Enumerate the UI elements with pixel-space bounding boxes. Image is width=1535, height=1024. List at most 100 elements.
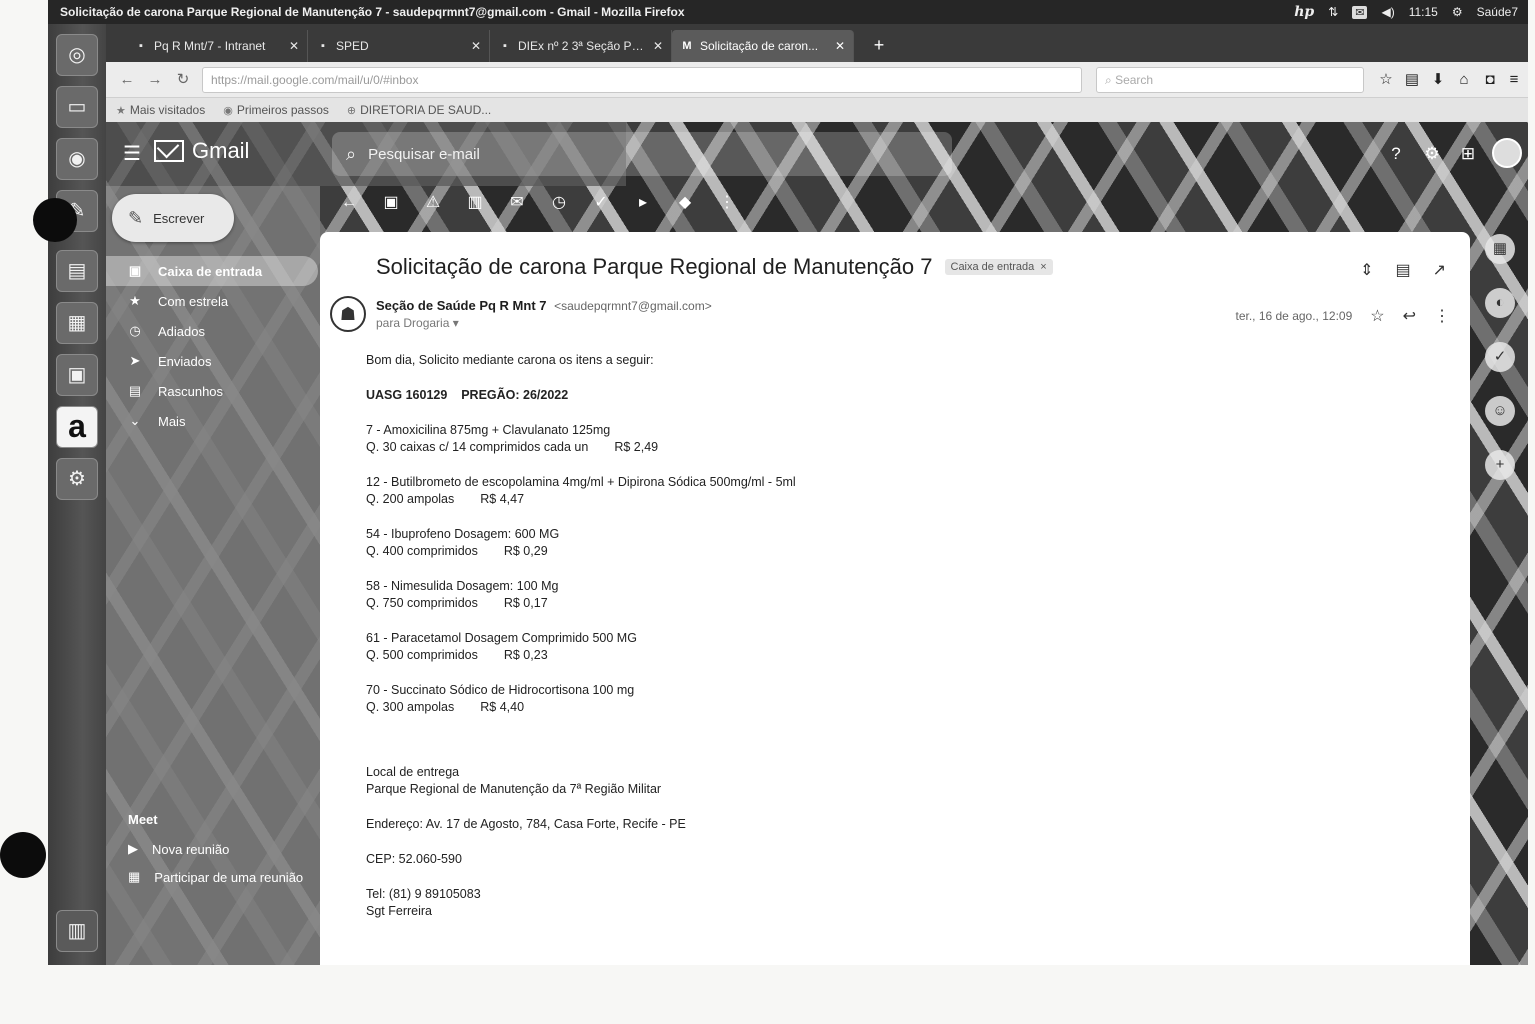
chevron-down-icon[interactable]: ▾ — [453, 316, 459, 330]
close-tab-icon[interactable]: ✕ — [653, 39, 663, 53]
add-addon-icon[interactable]: + — [1485, 450, 1515, 480]
clock[interactable]: 11:15 — [1409, 5, 1438, 19]
contacts-icon[interactable]: ☺ — [1485, 396, 1515, 426]
label-chip[interactable]: Caixa de entrada × — [944, 259, 1053, 275]
mail-indicator-icon[interactable]: ✉ — [1352, 5, 1368, 19]
reply-icon[interactable]: ↩ — [1403, 306, 1416, 326]
nav-label: Enviados — [158, 353, 212, 369]
trash-icon[interactable]: ▥ — [56, 910, 98, 952]
libreoffice-impress-icon[interactable]: ▣ — [56, 354, 98, 396]
apps-grid-icon[interactable]: ⊞ — [1454, 140, 1482, 168]
mail-search-input[interactable]: ⌕ Pesquisar e-mail — [332, 132, 952, 176]
network-icon[interactable]: ⇅ — [1328, 5, 1338, 19]
archive-icon[interactable]: ▣ — [380, 192, 402, 214]
calendar-icon[interactable]: ▦ — [1485, 234, 1515, 264]
account-avatar[interactable] — [1492, 138, 1522, 168]
mail-nav: ▣ Caixa de entrada ★ Com estrela ◷ Adiad… — [106, 256, 318, 436]
back-icon[interactable]: ← — [338, 192, 360, 214]
nav-label: Com estrela — [158, 293, 229, 309]
volume-icon[interactable]: ◀) — [1381, 5, 1394, 19]
mark-unread-icon[interactable]: ✉ — [506, 192, 528, 214]
nav-item-inbox[interactable]: ▣ Caixa de entrada — [106, 256, 318, 286]
nav-item-snoozed[interactable]: ◷ Adiados — [106, 316, 318, 346]
session-gear-icon[interactable]: ⚙ — [1452, 5, 1463, 19]
bookmark-item[interactable]: ⊕ DIRETORIA DE SAUD... — [347, 103, 491, 117]
nav-item-starred[interactable]: ★ Com estrela — [106, 286, 318, 316]
more-icon[interactable]: ⋮ — [716, 192, 738, 214]
forward-arrow-icon[interactable]: → — [144, 69, 166, 91]
item-qty: Q. 200 ampolas — [366, 492, 455, 506]
delivery-address: Endereço: Av. 17 de Agosto, 784, Casa Fo… — [366, 817, 686, 831]
message-date: ter., 16 de ago., 12:09 — [1235, 309, 1353, 323]
snooze-icon[interactable]: ◷ — [548, 192, 570, 214]
report-spam-icon[interactable]: ⚠ — [422, 192, 444, 214]
home-icon[interactable]: ⌂ — [1454, 70, 1474, 90]
search-icon[interactable]: ⌕ — [346, 144, 356, 165]
delete-icon[interactable]: ▥ — [464, 192, 486, 214]
remove-label-icon[interactable]: × — [1040, 261, 1046, 273]
more-icon[interactable]: ⋮ — [1434, 306, 1450, 326]
user-name[interactable]: Saúde7 — [1477, 5, 1518, 19]
bookmark-item[interactable]: ★ Mais visitados — [116, 103, 205, 117]
reload-icon[interactable]: ↻ — [172, 69, 194, 91]
firefox-window: ▪ Pq R Mnt/7 - Intranet ✕ ▪ SPED ✕ ▪ DIE… — [106, 24, 1528, 965]
navigation-toolbar: ← → ↻ https://mail.google.com/mail/u/0/#… — [106, 62, 1528, 98]
tasks-icon[interactable]: ✓ — [1485, 342, 1515, 372]
nav-item-sent[interactable]: ➤ Enviados — [106, 346, 318, 376]
bookmark-item[interactable]: ◉ Primeiros passos — [223, 103, 329, 117]
tab-diex[interactable]: ▪ DIEx nº 2 3ª Seção Pq... ✕ — [490, 30, 672, 62]
libreoffice-calc-icon[interactable]: ▦ — [56, 302, 98, 344]
pocket-icon[interactable]: ◘ — [1480, 70, 1500, 90]
url-bar[interactable]: https://mail.google.com/mail/u/0/#inbox — [202, 67, 1082, 93]
amazon-icon[interactable]: a — [56, 406, 98, 448]
main-menu-icon[interactable]: ☰ — [120, 142, 144, 166]
ubuntu-dash-icon[interactable]: ◎ — [56, 34, 98, 76]
open-new-window-icon[interactable]: ↗ — [1433, 260, 1446, 280]
print-icon[interactable]: ▤ — [1395, 260, 1410, 280]
email-view: Solicitação de carona Parque Regional de… — [320, 232, 1470, 965]
nav-item-drafts[interactable]: ▤ Rascunhos — [106, 376, 318, 406]
delivery-block: Local de entrega Parque Regional de Manu… — [366, 764, 1266, 798]
system-settings-icon[interactable]: ⚙ — [56, 458, 98, 500]
desktop-screen: Solicitação de carona Parque Regional de… — [48, 0, 1528, 965]
firefox-icon[interactable]: ◉ — [56, 138, 98, 180]
close-tab-icon[interactable]: ✕ — [835, 39, 845, 53]
new-tab-button[interactable]: + — [866, 32, 892, 58]
tab-sped[interactable]: ▪ SPED ✕ — [308, 30, 490, 62]
download-icon[interactable]: ⬇ — [1428, 70, 1448, 90]
list-item: 12 - Butilbrometo de escopolamina 4mg/ml… — [366, 474, 1266, 508]
sender-avatar[interactable]: ☗ — [330, 296, 366, 332]
move-to-icon[interactable]: ▸ — [632, 192, 654, 214]
tab-intranet[interactable]: ▪ Pq R Mnt/7 - Intranet ✕ — [126, 30, 308, 62]
add-task-icon[interactable]: ✓ — [590, 192, 612, 214]
menu-icon[interactable]: ≡ — [1504, 70, 1524, 90]
close-tab-icon[interactable]: ✕ — [471, 39, 481, 53]
message-toolbar: ← ▣ ⚠ ▥ ✉ ◷ ✓ ▸ ◆ ⋮ — [338, 192, 738, 214]
files-icon[interactable]: ▭ — [56, 86, 98, 128]
settings-icon[interactable]: ⚙ — [1418, 140, 1446, 168]
sender-name[interactable]: Seção de Saúde Pq R Mnt 7 — [376, 298, 547, 313]
meet-join-meeting[interactable]: ▦ Participar de uma reunião — [106, 863, 318, 891]
help-icon[interactable]: ? — [1382, 140, 1410, 168]
top-panel: Solicitação de carona Parque Regional de… — [48, 0, 1528, 24]
gmail-favicon: M — [682, 40, 692, 52]
expand-all-icon[interactable]: ⇕ — [1360, 260, 1373, 280]
library-icon[interactable]: ▤ — [1402, 70, 1422, 90]
back-arrow-icon[interactable]: ← — [116, 69, 138, 91]
compose-button[interactable]: ✎ Escrever — [112, 194, 234, 242]
meet-new-meeting[interactable]: ▶ Nova reunião — [106, 835, 318, 863]
libreoffice-writer-icon[interactable]: ▤ — [56, 250, 98, 292]
keep-icon[interactable]: ◐ — [1485, 288, 1515, 318]
search-bar[interactable]: ⌕ Search — [1096, 67, 1364, 93]
tab-gmail[interactable]: M Solicitação de caron... ✕ — [672, 30, 854, 62]
bookmark-star-icon[interactable]: ☆ — [1376, 70, 1396, 90]
star-icon[interactable]: ☆ — [1370, 306, 1384, 326]
nav-item-more[interactable]: ⌄ Mais — [106, 406, 318, 436]
recipient-text: para Drogaria — [376, 316, 450, 330]
close-tab-icon[interactable]: ✕ — [289, 39, 299, 53]
item-qty: Q. 400 comprimidos — [366, 544, 478, 558]
meet-item-label: Participar de uma reunião — [154, 869, 304, 885]
gmail-logo[interactable]: Gmail — [154, 138, 249, 164]
recipient-toggle[interactable]: para Drogaria ▾ — [376, 316, 459, 330]
label-icon[interactable]: ◆ — [674, 192, 696, 214]
